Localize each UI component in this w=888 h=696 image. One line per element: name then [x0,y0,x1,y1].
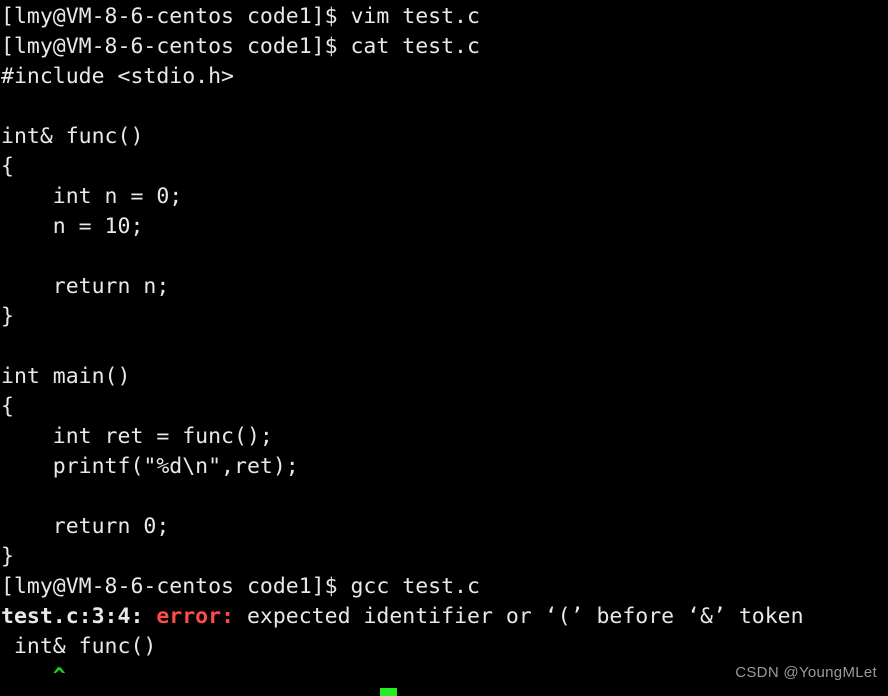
terminal-text-segment: expected identifier or ‘(’ before ‘&’ to… [234,604,804,629]
terminal-text-segment: int& func() [1,124,144,149]
terminal-text-segment: [lmy@VM-8-6-centos code1]$ gcc test.c [1,574,480,599]
terminal-text-segment: printf("%d\n",ret); [1,454,299,479]
line-blank-3 [0,332,888,362]
terminal-text-segment: { [1,154,14,179]
line-prompt-vim: [lmy@VM-8-6-centos code1]$ vim test.c [0,2,888,32]
line-prompt-gcc: [lmy@VM-8-6-centos code1]$ gcc test.c [0,572,888,602]
line-main-printf: printf("%d\n",ret); [0,452,888,482]
terminal-text-segment: #include <stdio.h> [1,64,234,89]
line-func-close-brace: } [0,302,888,332]
terminal-text-segment: n = 10; [1,214,144,239]
terminal-text-segment: { [1,394,14,419]
line-func-return-n: return n; [0,272,888,302]
line-include: #include <stdio.h> [0,62,888,92]
terminal-text-segment: int ret = func(); [1,424,273,449]
terminal-cursor [380,688,397,696]
line-func-assign-n: n = 10; [0,212,888,242]
line-main-return-0: return 0; [0,512,888,542]
line-blank-4 [0,482,888,512]
terminal-text-segment: int& func() [1,634,157,659]
line-blank-1 [0,92,888,122]
line-compiler-error: test.c:3:4: error: expected identifier o… [0,602,888,632]
line-main-signature: int main() [0,362,888,392]
line-main-open-brace: { [0,392,888,422]
terminal-text-segment: int n = 0; [1,184,183,209]
line-main-decl-ret: int ret = func(); [0,422,888,452]
line-main-close-brace: } [0,542,888,572]
terminal-text-segment: test.c:3:4: [1,604,157,629]
terminal-text-segment: int main() [1,364,131,389]
line-error-source: int& func() [0,632,888,662]
terminal-text-segment: error: [156,604,235,629]
terminal-text-segment: } [1,304,14,329]
terminal-text-segment: [lmy@VM-8-6-centos code1]$ vim test.c [1,4,480,29]
line-func-decl-n: int n = 0; [0,182,888,212]
terminal-window[interactable]: [lmy@VM-8-6-centos code1]$ vim test.c [lm… [0,0,888,696]
terminal-text-segment: [lmy@VM-8-6-centos code1]$ cat test.c [1,34,480,59]
terminal-text-segment: ^ [1,664,66,689]
csdn-watermark: CSDN @YoungMLet [735,664,877,681]
line-func-signature: int& func() [0,122,888,152]
terminal-screen[interactable]: [lmy@VM-8-6-centos code1]$ vim test.c [lm… [0,2,888,692]
line-prompt-cat: [lmy@VM-8-6-centos code1]$ cat test.c [0,32,888,62]
line-blank-2 [0,242,888,272]
terminal-text-segment: } [1,544,14,569]
line-func-open-brace: { [0,152,888,182]
terminal-text-segment: return 0; [1,514,170,539]
terminal-text-segment: return n; [1,274,170,299]
